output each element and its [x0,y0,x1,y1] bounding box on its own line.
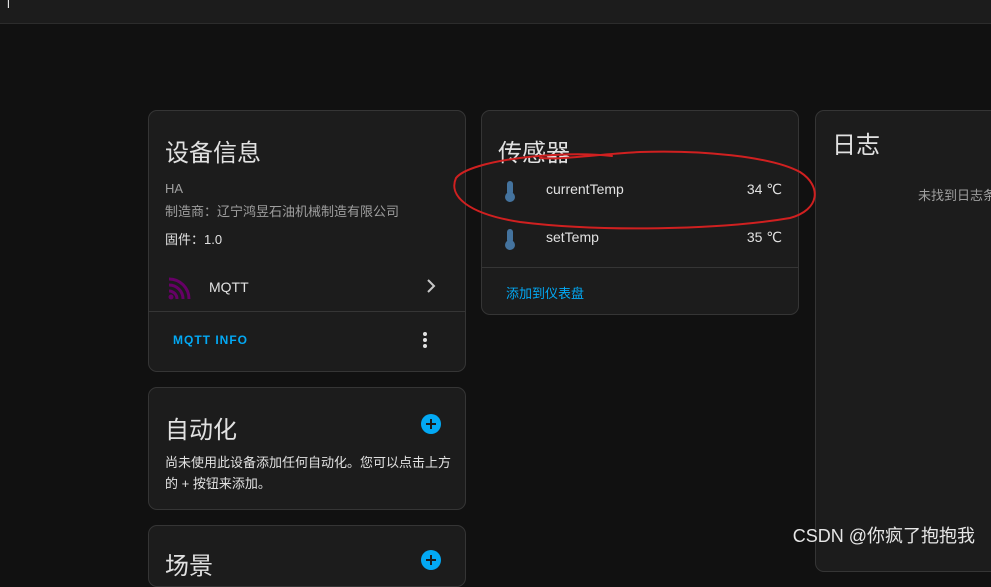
add-to-dashboard-button[interactable]: 添加到仪表盘 [506,283,584,302]
sensor-name: currentTemp [546,181,624,197]
scenes-card: 场景 [148,525,466,587]
device-info-card: 设备信息 HA 制造商：辽宁鸿昱石油机械制造有限公司 固件：1.0 MQTT M… [148,110,466,372]
device-info-title: 设备信息 [165,133,261,168]
sensor-value: 35 ℃ [747,229,782,246]
sensor-row-current-temp[interactable]: currentTemp 34 ℃ [482,167,798,215]
device-firmware: 固件：1.0 [165,229,222,248]
sensors-divider [482,267,798,268]
sensors-title: 传感器 [498,133,570,168]
logbook-card: 日志 未找到日志条 [815,110,991,572]
chevron-right-icon [425,278,437,299]
logbook-empty-text: 未找到日志条 [918,185,991,204]
sensor-name: setTemp [546,229,599,245]
add-circle-icon[interactable] [421,414,441,434]
mqtt-integration-label: MQTT [209,279,249,295]
mqtt-integration-row[interactable]: MQTT [149,263,465,311]
app-bar-title: ' | [0,0,10,8]
automations-description: 尚未使用此设备添加任何自动化。您可以点击上方的 + 按钮来添加。 [165,452,451,494]
top-app-bar: ' | [0,0,991,24]
mqtt-icon [167,275,193,306]
more-vertical-icon[interactable] [417,330,433,352]
device-manufacturer: 制造商：辽宁鸿昱石油机械制造有限公司 [165,201,399,220]
automations-card: 自动化 尚未使用此设备添加任何自动化。您可以点击上方的 + 按钮来添加。 [148,387,466,510]
automations-title: 自动化 [165,410,237,445]
mqtt-info-button[interactable]: MQTT INFO [173,333,248,347]
thermometer-icon [502,227,518,256]
logbook-title: 日志 [832,125,880,160]
watermark: CSDN @你疯了抱抱我 [793,522,975,548]
sensor-value: 34 ℃ [747,181,782,198]
sensor-row-set-temp[interactable]: setTemp 35 ℃ [482,215,798,263]
thermometer-icon [502,179,518,208]
device-model: HA [165,181,183,196]
add-scene-icon[interactable] [421,550,441,570]
device-info-divider [149,311,465,312]
sensors-card: 传感器 currentTemp 34 ℃ setTemp 35 ℃ 添加到仪表盘 [481,110,799,315]
scenes-title: 场景 [165,546,213,581]
